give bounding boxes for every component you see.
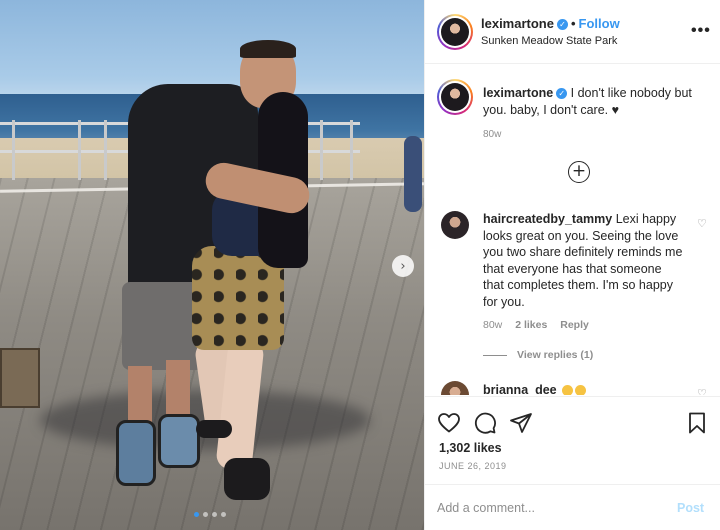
author-avatar[interactable] bbox=[437, 14, 473, 50]
more-options-icon[interactable]: ••• bbox=[691, 22, 711, 40]
man-leg bbox=[128, 366, 152, 428]
carousel-dot bbox=[221, 512, 226, 517]
post-comment-button[interactable]: Post bbox=[677, 501, 704, 515]
comment-text: Lexi happy looks great on you. Seeing th… bbox=[483, 212, 683, 309]
share-paper-plane-icon[interactable] bbox=[509, 411, 533, 435]
like-comment-heart-icon[interactable]: ♡ bbox=[697, 387, 707, 395]
comment-username[interactable]: brianna_dee bbox=[483, 383, 557, 395]
sneaker bbox=[158, 414, 200, 468]
carousel-dot bbox=[203, 512, 208, 517]
carousel-dot bbox=[212, 512, 217, 517]
separator-dot: • bbox=[570, 16, 576, 31]
verified-badge-icon: ✓ bbox=[556, 88, 568, 100]
like-heart-icon[interactable] bbox=[437, 411, 461, 435]
follow-button[interactable]: Follow bbox=[579, 16, 620, 31]
emoji-icon bbox=[562, 385, 574, 395]
post-actions: 1,302 likes JUNE 26, 2019 bbox=[425, 396, 720, 484]
comment: haircreatedby_tammy Lexi happy looks gre… bbox=[483, 211, 685, 310]
add-comment-input[interactable] bbox=[437, 499, 667, 517]
post-header: leximartone ✓ • Follow Sunken Meadow State … bbox=[425, 0, 720, 64]
comment: brianna_dee bbox=[483, 383, 587, 395]
verified-badge-icon: ✓ bbox=[556, 19, 568, 31]
view-replies-label: View replies (1) bbox=[517, 349, 594, 361]
post-photo[interactable]: › bbox=[0, 0, 424, 530]
replies-divider bbox=[483, 354, 507, 356]
location-link[interactable]: Sunken Meadow State Park bbox=[481, 35, 617, 47]
view-replies-button[interactable]: View replies (1) bbox=[483, 349, 593, 361]
header-user-line: leximartone ✓ • Follow bbox=[481, 16, 620, 31]
man-leg bbox=[166, 360, 190, 422]
comment-avatar[interactable] bbox=[441, 381, 469, 395]
sandal bbox=[196, 420, 232, 438]
emoji-icon bbox=[575, 385, 587, 395]
reply-button[interactable]: Reply bbox=[560, 319, 589, 331]
sneaker bbox=[116, 420, 156, 486]
load-more-comments-plus-icon[interactable]: + bbox=[568, 161, 590, 183]
carousel-dots bbox=[194, 512, 226, 517]
add-comment-bar: Post bbox=[425, 484, 720, 530]
comment-username[interactable]: haircreatedby_tammy bbox=[483, 212, 612, 226]
caption-time[interactable]: 80w bbox=[483, 129, 501, 140]
caption: leximartone ✓ I don't like nobody but you… bbox=[483, 85, 709, 119]
caption-author-avatar[interactable] bbox=[437, 79, 473, 115]
planter bbox=[0, 348, 40, 408]
comment-avatar[interactable] bbox=[441, 211, 469, 239]
next-image-chevron-right-icon[interactable]: › bbox=[392, 255, 414, 277]
author-username[interactable]: leximartone bbox=[481, 16, 554, 31]
sandal bbox=[224, 458, 270, 500]
caption-username[interactable]: leximartone bbox=[483, 86, 553, 100]
save-bookmark-icon[interactable] bbox=[685, 411, 709, 435]
comments-section: leximartone ✓ I don't like nobody but you… bbox=[425, 65, 720, 395]
post-sidebar: leximartone ✓ • Follow Sunken Meadow State … bbox=[424, 0, 720, 530]
comment-likes[interactable]: 2 likes bbox=[515, 319, 547, 331]
man-hair bbox=[240, 40, 296, 58]
passerby bbox=[404, 136, 422, 212]
comment-bubble-icon[interactable] bbox=[473, 411, 497, 435]
carousel-dot bbox=[194, 512, 199, 517]
comment-meta: 80w 2 likes Reply bbox=[483, 319, 599, 331]
comment-time[interactable]: 80w bbox=[483, 319, 502, 331]
likes-count[interactable]: 1,302 likes bbox=[439, 441, 502, 455]
post-date: JUNE 26, 2019 bbox=[439, 461, 507, 471]
like-comment-heart-icon[interactable]: ♡ bbox=[697, 217, 707, 230]
